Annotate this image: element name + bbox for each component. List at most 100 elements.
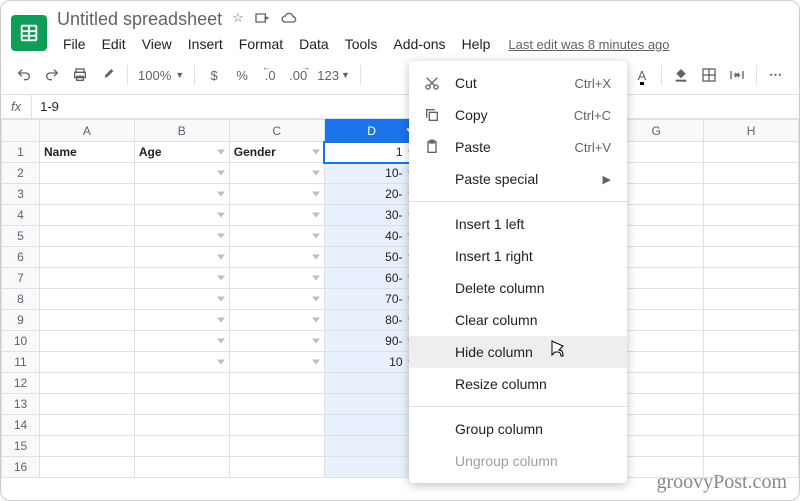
cell-A14[interactable]: [40, 415, 135, 436]
cell-B12[interactable]: [134, 373, 229, 394]
cell-D5[interactable]: 40-: [324, 226, 419, 247]
cell-D1[interactable]: 1: [324, 142, 419, 163]
number-format-dropdown[interactable]: 123▼: [313, 62, 354, 88]
context-menu-insert-1-left[interactable]: Insert 1 left: [409, 208, 627, 240]
column-header-A[interactable]: A: [40, 120, 135, 142]
row-header-4[interactable]: 4: [2, 205, 40, 226]
redo-button[interactable]: [39, 62, 65, 88]
cell-A5[interactable]: [40, 226, 135, 247]
cell-C12[interactable]: [229, 373, 324, 394]
cell-dropdown-caret[interactable]: [312, 213, 320, 218]
cell-C7[interactable]: [229, 268, 324, 289]
cell-D12[interactable]: [324, 373, 419, 394]
context-menu-group-column[interactable]: Group column: [409, 413, 627, 445]
cell-dropdown-caret[interactable]: [217, 255, 225, 260]
context-menu-delete-column[interactable]: Delete column: [409, 272, 627, 304]
text-color-button[interactable]: A: [629, 62, 655, 88]
cell-H2[interactable]: [704, 163, 799, 184]
cell-dropdown-caret[interactable]: [312, 360, 320, 365]
cell-C13[interactable]: [229, 394, 324, 415]
last-edit-status[interactable]: Last edit was 8 minutes ago: [508, 37, 669, 52]
cell-C3[interactable]: [229, 184, 324, 205]
cell-A9[interactable]: [40, 310, 135, 331]
formula-input[interactable]: 1-9: [32, 99, 67, 114]
context-menu-cut[interactable]: CutCtrl+X: [409, 67, 627, 99]
menu-addons[interactable]: Add-ons: [387, 32, 451, 56]
row-header-11[interactable]: 11: [2, 352, 40, 373]
cell-C6[interactable]: [229, 247, 324, 268]
cell-dropdown-caret[interactable]: [312, 171, 320, 176]
cell-B6[interactable]: [134, 247, 229, 268]
undo-button[interactable]: [11, 62, 37, 88]
row-header-5[interactable]: 5: [2, 226, 40, 247]
cell-B7[interactable]: [134, 268, 229, 289]
sheets-app-icon[interactable]: [11, 15, 47, 51]
cell-dropdown-caret[interactable]: [217, 171, 225, 176]
cell-dropdown-caret[interactable]: [312, 150, 320, 155]
paint-format-button[interactable]: [95, 62, 121, 88]
cell-A13[interactable]: [40, 394, 135, 415]
cell-dropdown-caret[interactable]: [217, 192, 225, 197]
context-menu-clear-column[interactable]: Clear column: [409, 304, 627, 336]
row-header-9[interactable]: 9: [2, 310, 40, 331]
merge-cells-button[interactable]: [724, 62, 750, 88]
cell-D6[interactable]: 50-: [324, 247, 419, 268]
move-icon[interactable]: [254, 10, 270, 29]
row-header-15[interactable]: 15: [2, 436, 40, 457]
borders-button[interactable]: [696, 62, 722, 88]
cell-B1[interactable]: Age: [134, 142, 229, 163]
context-menu-resize-column[interactable]: Resize column: [409, 368, 627, 400]
cell-dropdown-caret[interactable]: [312, 234, 320, 239]
cell-H5[interactable]: [704, 226, 799, 247]
cell-D16[interactable]: [324, 457, 419, 478]
cell-D11[interactable]: 10: [324, 352, 419, 373]
cell-H4[interactable]: [704, 205, 799, 226]
decrease-decimal-button[interactable]: .0←: [257, 62, 283, 88]
cell-D14[interactable]: [324, 415, 419, 436]
row-header-16[interactable]: 16: [2, 457, 40, 478]
context-menu-insert-1-right[interactable]: Insert 1 right: [409, 240, 627, 272]
cell-C11[interactable]: [229, 352, 324, 373]
menu-help[interactable]: Help: [456, 32, 497, 56]
cell-B14[interactable]: [134, 415, 229, 436]
cell-B9[interactable]: [134, 310, 229, 331]
menu-tools[interactable]: Tools: [339, 32, 384, 56]
cell-dropdown-caret[interactable]: [312, 276, 320, 281]
cell-dropdown-caret[interactable]: [217, 234, 225, 239]
print-button[interactable]: [67, 62, 93, 88]
cell-C5[interactable]: [229, 226, 324, 247]
row-header-1[interactable]: 1: [2, 142, 40, 163]
cell-D8[interactable]: 70-: [324, 289, 419, 310]
row-header-3[interactable]: 3: [2, 184, 40, 205]
more-toolbar-button[interactable]: ⋯: [763, 62, 789, 88]
cell-dropdown-caret[interactable]: [217, 150, 225, 155]
spreadsheet-grid[interactable]: ABCDGH1NameAgeGender1210-320-430-540-650…: [1, 119, 799, 478]
menu-insert[interactable]: Insert: [182, 32, 229, 56]
cell-dropdown-caret[interactable]: [217, 276, 225, 281]
cell-H9[interactable]: [704, 310, 799, 331]
cell-D13[interactable]: [324, 394, 419, 415]
context-menu-copy[interactable]: CopyCtrl+C: [409, 99, 627, 131]
cell-A6[interactable]: [40, 247, 135, 268]
cell-B16[interactable]: [134, 457, 229, 478]
cell-B5[interactable]: [134, 226, 229, 247]
row-header-13[interactable]: 13: [2, 394, 40, 415]
cell-dropdown-caret[interactable]: [312, 318, 320, 323]
cell-A2[interactable]: [40, 163, 135, 184]
cell-C1[interactable]: Gender: [229, 142, 324, 163]
row-header-14[interactable]: 14: [2, 415, 40, 436]
row-header-2[interactable]: 2: [2, 163, 40, 184]
cell-A7[interactable]: [40, 268, 135, 289]
cell-B2[interactable]: [134, 163, 229, 184]
cell-H10[interactable]: [704, 331, 799, 352]
row-header-7[interactable]: 7: [2, 268, 40, 289]
cell-C9[interactable]: [229, 310, 324, 331]
row-header-10[interactable]: 10: [2, 331, 40, 352]
cell-A3[interactable]: [40, 184, 135, 205]
cell-C15[interactable]: [229, 436, 324, 457]
cell-dropdown-caret[interactable]: [217, 213, 225, 218]
cell-C8[interactable]: [229, 289, 324, 310]
cell-A16[interactable]: [40, 457, 135, 478]
select-all-corner[interactable]: [2, 120, 40, 142]
cell-A1[interactable]: Name: [40, 142, 135, 163]
